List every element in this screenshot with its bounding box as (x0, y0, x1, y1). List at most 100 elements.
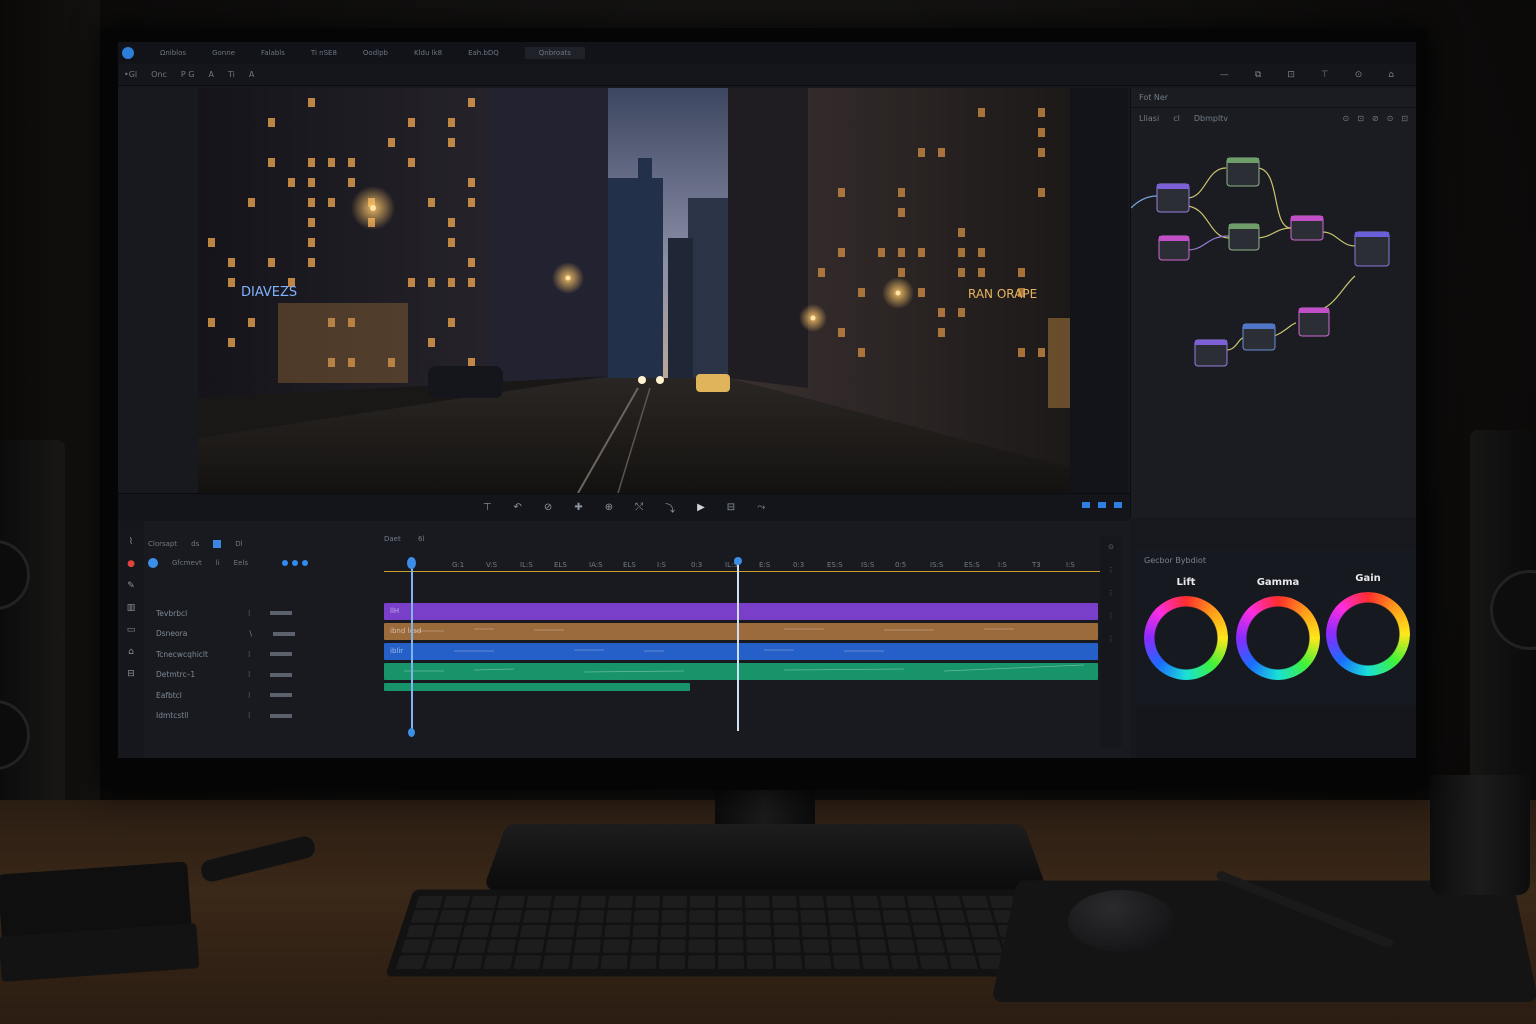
keyboard-key (861, 955, 890, 969)
node[interactable] (1226, 157, 1260, 187)
toolbar-item[interactable]: •Gl (124, 70, 137, 79)
zoom-icon[interactable]: ⊕ (605, 502, 613, 513)
keyboard-key (600, 955, 628, 969)
insert-icon[interactable]: ⤵ (665, 500, 675, 515)
view-toggle-icon[interactable] (213, 540, 222, 548)
target-icon[interactable]: ⊙ (1387, 114, 1394, 123)
node-panel-tab[interactable]: Lliasi (1139, 114, 1159, 123)
track-option-icon[interactable]: ⁝ (248, 650, 250, 659)
stop-icon[interactable]: ⊟ (727, 502, 735, 513)
home-icon[interactable]: ⌂ (1388, 70, 1394, 80)
track-header[interactable]: Dsneora ∖ (148, 624, 378, 645)
track-header[interactable]: Eafbtcl ⁝ (148, 685, 378, 706)
menu-item[interactable]: Oodlpb (363, 49, 388, 57)
toolbar-item[interactable]: P G (181, 70, 195, 79)
settings-icon[interactable]: ⊙ (1355, 70, 1363, 80)
in-point-marker[interactable] (407, 557, 416, 737)
window-icon[interactable]: ⧉ (1255, 70, 1261, 80)
loop-icon[interactable]: ⤳ (757, 502, 765, 513)
menu-item[interactable]: Ωniblos (160, 49, 186, 57)
monitor-icon[interactable]: ▭ (127, 625, 136, 635)
track-header[interactable]: Tevbrbcl ⁝ (148, 603, 378, 624)
scroll-icon[interactable]: ⋮ (1108, 612, 1115, 620)
node[interactable] (1242, 323, 1276, 351)
in-point-handle[interactable] (408, 728, 415, 737)
video-viewer[interactable]: DIAVEZS RAN ORAPE (198, 88, 1070, 493)
menu-item[interactable]: Falabls (261, 49, 285, 57)
playhead[interactable] (734, 557, 742, 731)
track-option-icon[interactable]: ⁝ (248, 609, 250, 618)
lock-icon[interactable]: ⊙ (1108, 543, 1114, 551)
track-option-icon[interactable]: ∖ (248, 629, 253, 638)
blade-icon[interactable]: ⊘ (544, 502, 552, 513)
lift-color-wheel[interactable] (1144, 596, 1228, 680)
record-button[interactable] (148, 558, 158, 568)
keyboard-key (832, 955, 861, 969)
book-icon[interactable]: ▥ (127, 603, 136, 613)
gain-wheel-group: Gain (1322, 573, 1414, 676)
track-header[interactable]: Tcnecwcqhiclt ⁝ (148, 644, 378, 665)
track-name: Tevbrbcl (156, 608, 188, 618)
timeline-tracks[interactable]: llH ibnd lcsd iblir (384, 603, 1100, 723)
menu-item[interactable]: Ti nSE8 (311, 49, 337, 57)
playhead-handle[interactable] (734, 557, 742, 565)
link-icon[interactable]: ⌇ (129, 537, 133, 547)
target-icon[interactable]: ⊙ (1342, 114, 1349, 123)
node-panel-tab[interactable]: cl (1173, 114, 1180, 123)
bypass-icon[interactable]: ⊘ (1372, 114, 1379, 123)
menu-item[interactable]: Qnbroats (524, 47, 585, 59)
toolbar-item[interactable]: A (249, 70, 254, 79)
track-option-icon[interactable]: ⁝ (248, 670, 250, 679)
toolbar-item[interactable]: Onc (151, 70, 167, 79)
track-option-icon[interactable]: ⁝ (248, 691, 250, 700)
export-icon[interactable]: ⊟ (127, 669, 135, 679)
minimize-icon[interactable]: — (1220, 70, 1229, 80)
menu-item[interactable]: Gonne (212, 49, 235, 57)
node[interactable] (1156, 183, 1190, 213)
timeline-ruler[interactable]: Daet 6l G:1 V:S IL:S ELS IA:S ELS I:S 0:3 IL:S E:S 0… (384, 535, 1100, 573)
node[interactable] (1158, 235, 1190, 261)
lock-icon[interactable]: ⌂ (128, 647, 134, 657)
node[interactable] (1228, 223, 1260, 251)
node[interactable] (1298, 307, 1330, 337)
scroll-icon[interactable]: ⋮ (1108, 589, 1115, 597)
keyboard-key (880, 895, 907, 908)
in-point-handle[interactable] (407, 557, 416, 569)
gain-color-wheel[interactable] (1326, 592, 1410, 676)
pin-icon[interactable]: ⊤ (1321, 70, 1329, 80)
frame-icon[interactable]: ⊡ (1401, 114, 1408, 123)
frame-icon[interactable]: ⊡ (1357, 114, 1364, 123)
menu-item[interactable]: Kldu lk8 (414, 49, 442, 57)
ruler-tick-label: IS:S (930, 561, 944, 569)
keyboard-key (689, 924, 715, 938)
node-graph[interactable] (1130, 128, 1416, 388)
layout-icon[interactable]: ⊡ (1287, 70, 1295, 80)
gamma-color-wheel[interactable] (1236, 596, 1320, 680)
trim-icon[interactable]: ⤲ (635, 502, 643, 513)
menu-item[interactable]: Eah.bDQ (468, 49, 499, 57)
keyboard-key (744, 910, 771, 923)
record-icon[interactable]: ● (127, 559, 135, 569)
track-option-icon[interactable]: ⁝ (248, 711, 250, 720)
undo-icon[interactable]: ↶ (514, 502, 522, 513)
toolbar-item[interactable]: Ti (228, 70, 235, 79)
track-header[interactable]: Detmtrc–1 ⁝ (148, 665, 378, 686)
node[interactable] (1354, 231, 1390, 267)
marker-icon[interactable]: ⊤ (483, 502, 492, 513)
track-headers: Tevbrbcl ⁝ Dsneora ∖ Tcnecwcqhiclt ⁝ Detmtrc–1… (148, 603, 378, 726)
node-panel-tab[interactable]: Dbmpltv (1194, 114, 1228, 123)
editor-app: Ωniblos Gonne Falabls Ti nSE8 Oodlpb Kld… (118, 42, 1416, 758)
node[interactable] (1290, 215, 1324, 241)
toolbar-item[interactable]: A (208, 70, 213, 79)
play-icon[interactable]: ▶ (697, 502, 705, 513)
node[interactable] (1194, 339, 1228, 367)
keyboard-key (604, 924, 631, 938)
scroll-icon[interactable]: ⋮ (1108, 635, 1115, 643)
app-logo-icon[interactable] (122, 47, 134, 59)
add-icon[interactable]: ✚ (574, 502, 582, 513)
scroll-icon[interactable]: ⋮ (1108, 566, 1115, 574)
pen-icon[interactable]: ✎ (127, 581, 135, 591)
timeline-toolbar: ⌇ ● ✎ ▥ ▭ ⌂ ⊟ (118, 521, 144, 758)
keyboard-key (948, 955, 978, 969)
track-header[interactable]: Idmtcstll ⁝ (148, 706, 378, 727)
